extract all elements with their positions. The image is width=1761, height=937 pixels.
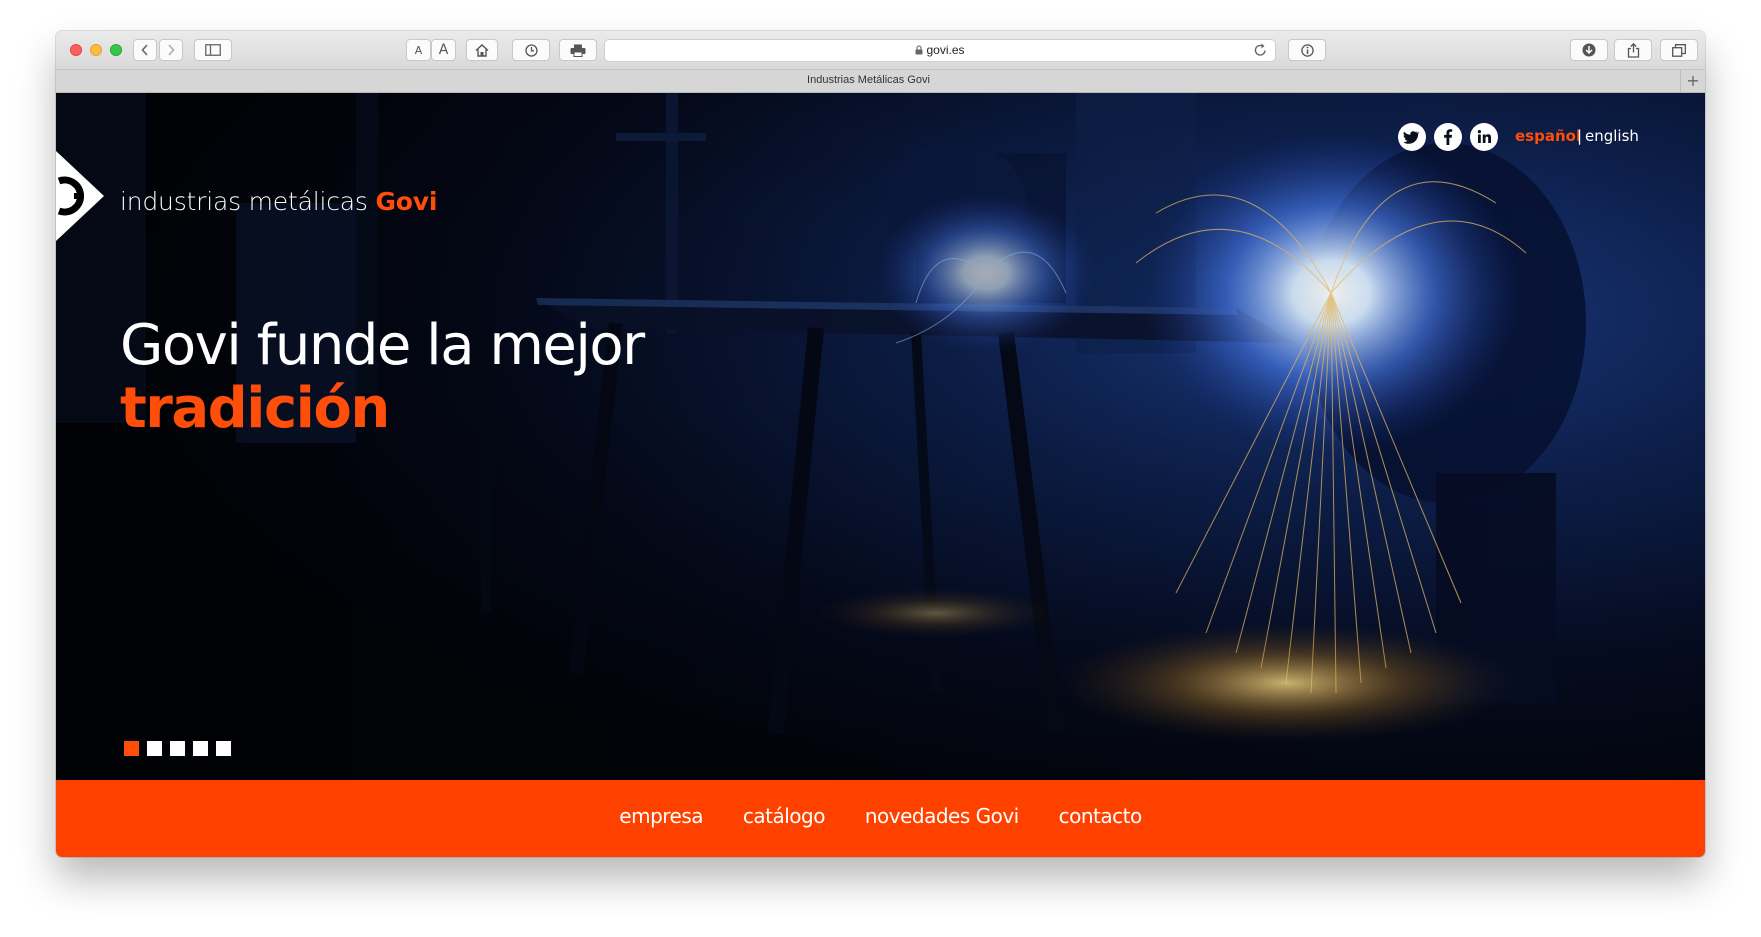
nav-item-empresa[interactable]: empresa (619, 804, 703, 828)
info-icon (1300, 43, 1314, 57)
nav-item-catalogo[interactable]: catálogo (743, 804, 826, 828)
downloads-button[interactable] (1570, 39, 1608, 61)
browser-toolbar: A A govi.es (56, 31, 1705, 69)
clock-icon (524, 43, 538, 57)
sidebar-icon (205, 44, 221, 56)
main-navigation: empresa catálogo novedades Govi contacto (56, 780, 1705, 857)
language-english[interactable]: english (1585, 127, 1639, 145)
text-larger-label: A (438, 42, 449, 58)
active-tab-title[interactable]: Industrias Metálicas Govi (56, 74, 1681, 86)
forward-button[interactable] (159, 39, 183, 61)
text-smaller-label: A (414, 43, 423, 57)
govi-logo-icon (56, 151, 104, 241)
reader-info-button[interactable] (1288, 39, 1326, 61)
address-bar[interactable]: govi.es (604, 39, 1276, 62)
lock-icon (915, 45, 923, 55)
share-button[interactable] (1614, 39, 1652, 61)
slide-dot-3[interactable] (170, 741, 185, 756)
language-espanol[interactable]: español (1515, 127, 1581, 145)
chevron-right-icon (168, 44, 175, 56)
hero-headline-accent: tradición (120, 376, 390, 441)
chevron-left-icon (141, 44, 148, 56)
slide-dot-5[interactable] (216, 741, 231, 756)
slider-pagination (124, 741, 231, 756)
print-button[interactable] (559, 39, 597, 61)
nav-item-contacto[interactable]: contacto (1059, 804, 1143, 828)
new-tab-button[interactable]: + (1680, 70, 1705, 92)
hero-headline: Govi funde la mejor (120, 313, 645, 378)
tabs-overview-button[interactable] (1660, 39, 1698, 61)
browser-window: A A govi.es Industrias Metálicas Govi + … (56, 31, 1705, 857)
tabs-icon (1672, 43, 1686, 57)
hero-slider: industrias metálicas Govi Govi funde la … (56, 93, 1705, 780)
history-button[interactable] (512, 39, 550, 61)
web-page: industrias metálicas Govi Govi funde la … (56, 93, 1705, 857)
site-brand[interactable]: industrias metálicas Govi (120, 187, 437, 216)
nav-item-novedades[interactable]: novedades Govi (865, 804, 1019, 828)
twitter-icon (1403, 131, 1420, 144)
download-icon (1582, 43, 1596, 57)
text-larger-button[interactable]: A (431, 39, 456, 61)
share-icon (1627, 42, 1639, 58)
sidebar-button[interactable] (194, 39, 232, 61)
zoom-window-button[interactable] (110, 44, 122, 56)
brand-prefix: industrias metálicas (120, 187, 376, 216)
url-display[interactable]: govi.es (605, 43, 1275, 57)
minimize-window-button[interactable] (90, 44, 102, 56)
slide-dot-4[interactable] (193, 741, 208, 756)
home-button[interactable] (466, 39, 498, 61)
url-text: govi.es (926, 43, 965, 57)
text-smaller-button[interactable]: A (406, 39, 431, 61)
brand-name: Govi (375, 187, 438, 216)
language-separator: | (1577, 127, 1583, 145)
tab-bar: Industrias Metálicas Govi + (56, 69, 1705, 93)
close-window-button[interactable] (70, 44, 82, 56)
reload-icon[interactable] (1254, 43, 1267, 57)
back-button[interactable] (133, 39, 157, 61)
twitter-link[interactable] (1398, 123, 1426, 151)
slide-dot-1[interactable] (124, 741, 139, 756)
facebook-link[interactable] (1434, 123, 1462, 151)
home-icon (475, 43, 489, 57)
printer-icon (570, 44, 586, 57)
slide-dot-2[interactable] (147, 741, 162, 756)
linkedin-link[interactable] (1470, 123, 1498, 151)
linkedin-icon (1477, 130, 1491, 143)
facebook-icon (1444, 129, 1453, 145)
